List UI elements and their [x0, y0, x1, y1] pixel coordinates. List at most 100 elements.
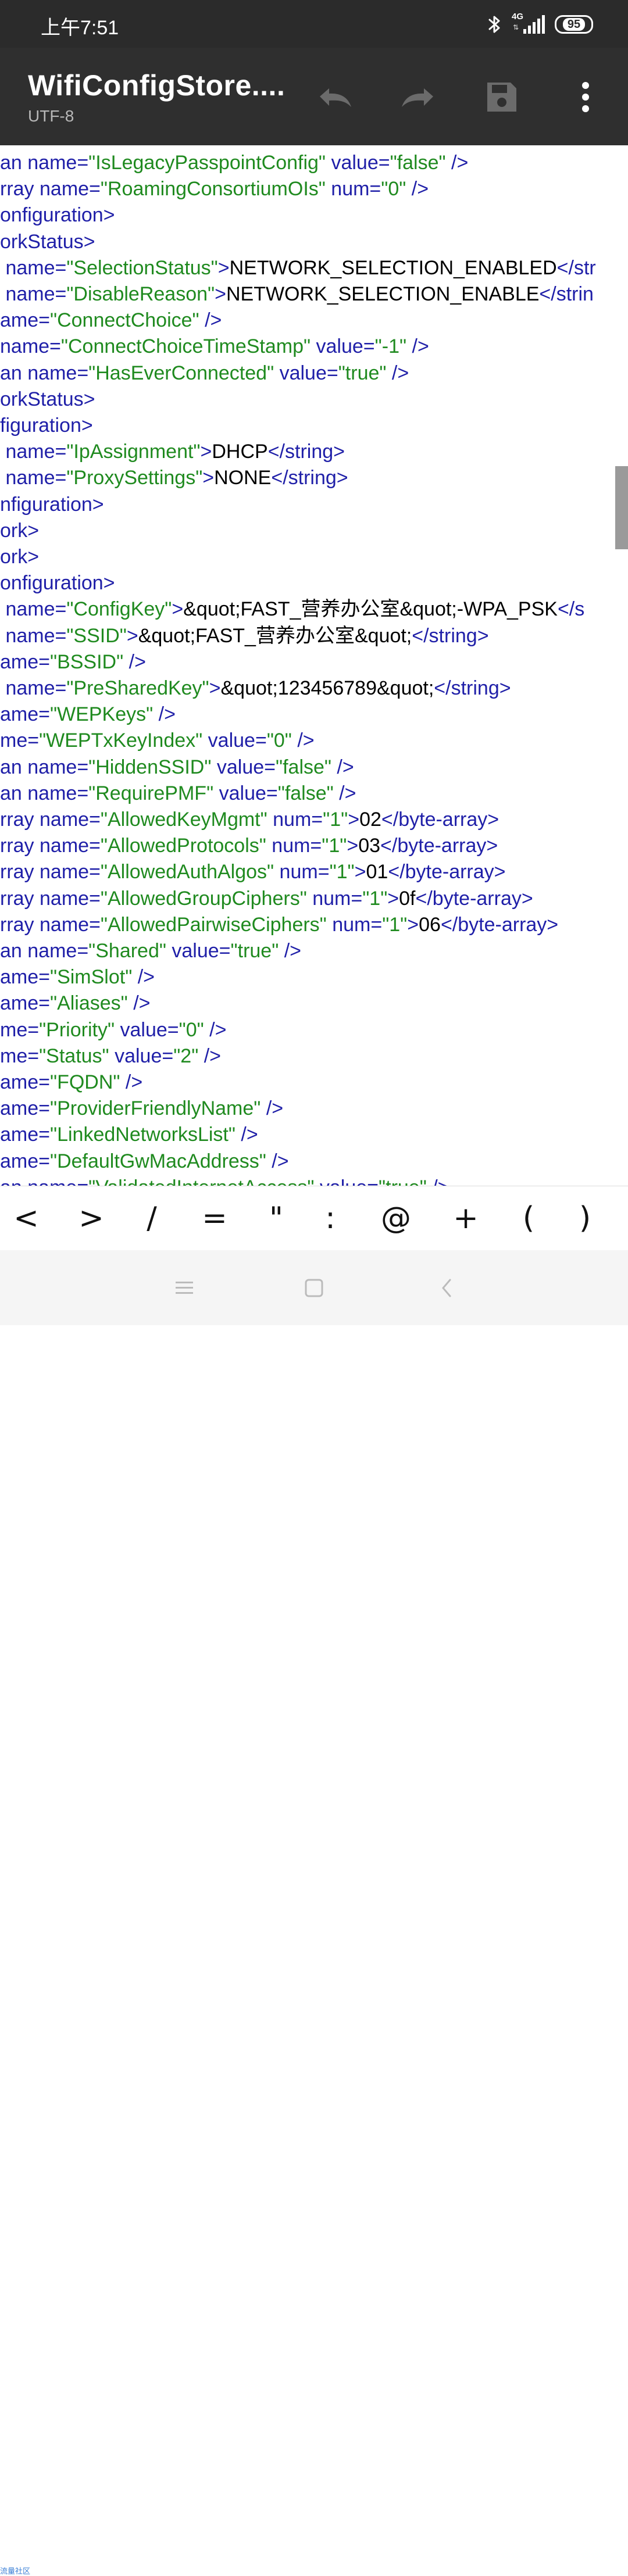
- symbol-key[interactable]: ": [250, 1186, 302, 1250]
- markup-token: </byte-array>: [380, 835, 498, 857]
- markup-token: onfiguration>: [0, 572, 115, 595]
- symbol-key[interactable]: +: [440, 1186, 492, 1250]
- markup-token: />: [386, 362, 409, 384]
- markup-token: >: [126, 624, 138, 647]
- code-line: ame="ConnectChoice" />: [0, 307, 222, 334]
- markup-token: >: [202, 467, 215, 489]
- code-line: orkStatus>: [0, 387, 95, 413]
- battery-icon: 95: [555, 15, 593, 34]
- code-line: name="PreSharedKey">&quot;123456789&quot…: [0, 675, 511, 702]
- attribute-value: "AllowedPairwiseCiphers": [100, 913, 327, 936]
- markup-token: num=: [274, 861, 330, 883]
- attribute-value: "ProxySettings": [66, 467, 203, 489]
- symbol-key[interactable]: (: [502, 1186, 555, 1250]
- symbol-key[interactable]: ): [559, 1186, 611, 1250]
- markup-token: >: [209, 677, 221, 699]
- code-line: me="Status" value="2" />: [0, 1043, 221, 1069]
- symbol-key[interactable]: @: [370, 1186, 422, 1250]
- attribute-value: "1": [322, 835, 347, 857]
- attribute-value: "SimSlot": [50, 966, 133, 989]
- markup-token: </str: [556, 256, 596, 279]
- attribute-value: "1": [329, 861, 355, 883]
- markup-token: />: [235, 1124, 258, 1146]
- markup-token: rray name=: [0, 913, 101, 936]
- markup-token: </byte-array>: [381, 808, 499, 831]
- status-icons: 4G ⇅ 95: [487, 12, 593, 36]
- element-text: 01: [366, 861, 388, 883]
- markup-token: </strin: [539, 283, 594, 305]
- symbol-key[interactable]: <: [0, 1186, 52, 1250]
- home-icon: [305, 1279, 323, 1297]
- code-line: rray name="AllowedKeyMgmt" num="1">02</b…: [0, 807, 499, 833]
- attribute-value: "Priority": [39, 1018, 115, 1041]
- symbol-bar: < > / = ": @ +(): [0, 1186, 628, 1251]
- symbol-key[interactable]: =: [188, 1186, 241, 1250]
- code-line: figuration>: [0, 413, 93, 439]
- markup-token: value=: [166, 940, 231, 962]
- symbol-key[interactable]: /: [126, 1186, 178, 1250]
- undo-button[interactable]: [308, 71, 361, 123]
- markup-token: ame=: [0, 1071, 50, 1093]
- markup-token: >: [217, 256, 230, 279]
- markup-token: ame=: [0, 1097, 50, 1120]
- more-options-button[interactable]: [559, 71, 612, 123]
- markup-token: me=: [0, 1018, 40, 1041]
- code-line: rray name="AllowedPairwiseCiphers" num="…: [0, 912, 558, 938]
- attribute-value: "WEPKeys": [50, 703, 154, 726]
- redo-button[interactable]: [392, 71, 445, 123]
- save-button[interactable]: [476, 71, 528, 123]
- markup-token: name=: [0, 441, 67, 463]
- markup-token: </byte-array>: [440, 913, 559, 936]
- home-button[interactable]: [291, 1268, 337, 1308]
- markup-token: rray name=: [0, 178, 101, 201]
- attribute-value: "Status": [39, 1044, 109, 1067]
- attribute-value: "false": [390, 152, 446, 174]
- watermark: 流量社区: [0, 2567, 31, 2575]
- element-text: &quot;123456789&quot;: [220, 677, 434, 699]
- code-line: name="ConnectChoiceTimeStamp" value="-1"…: [0, 334, 429, 360]
- markup-token: />: [153, 703, 176, 726]
- markup-token: >: [387, 887, 399, 910]
- status-time: 上午7:51: [41, 17, 119, 39]
- code-line: an name="HasEverConnected" value="true" …: [0, 360, 409, 387]
- file-encoding: UTF-8: [28, 107, 74, 125]
- markup-token: ame=: [0, 309, 50, 332]
- markup-token: ame=: [0, 1124, 50, 1146]
- markup-token: num=: [306, 887, 363, 910]
- markup-token: an name=: [0, 756, 89, 778]
- markup-token: value=: [115, 1018, 179, 1041]
- attribute-value: "DefaultGwMacAddress": [50, 1150, 266, 1172]
- code-line: name="SelectionStatus">NETWORK_SELECTION…: [0, 255, 596, 281]
- attribute-value: "ConfigKey": [66, 598, 172, 621]
- markup-token: figuration>: [0, 414, 93, 437]
- back-icon: [442, 1279, 451, 1297]
- code-line: ame="FQDN" />: [0, 1069, 142, 1096]
- save-icon: [487, 83, 516, 112]
- markup-token: rray name=: [0, 808, 101, 831]
- code-line: ork>: [0, 518, 39, 544]
- symbol-key[interactable]: >: [65, 1186, 117, 1250]
- markup-token: num=: [266, 835, 322, 857]
- element-text: &quot;FAST_营养办公室&quot;: [138, 624, 412, 647]
- attribute-value: "2": [173, 1044, 199, 1067]
- attribute-value: "true": [230, 940, 279, 962]
- markup-token: ork>: [0, 546, 40, 568]
- attribute-value: "AllowedAuthAlgos": [100, 861, 274, 883]
- attribute-value: "0": [179, 1018, 204, 1041]
- back-button[interactable]: [423, 1268, 470, 1308]
- symbol-key[interactable]: :: [304, 1186, 356, 1250]
- recent-apps-button[interactable]: [161, 1268, 208, 1308]
- scrollbar-thumb[interactable]: [615, 466, 628, 549]
- attribute-value: "RequirePMF": [88, 782, 214, 804]
- markup-token: </byte-array>: [388, 861, 506, 883]
- markup-token: value=: [314, 1176, 379, 1186]
- code-line: an name="HiddenSSID" value="false" />: [0, 754, 354, 781]
- code-line: rray name="AllowedProtocols" num="1">03<…: [0, 833, 498, 859]
- markup-token: name=: [0, 335, 61, 358]
- markup-token: />: [261, 1097, 284, 1120]
- code-line: name="IpAssignment">DHCP</string>: [0, 439, 345, 465]
- code-line: ame="ProviderFriendlyName" />: [0, 1096, 283, 1122]
- attribute-value: "IsLegacyPasspointConfig": [88, 152, 326, 174]
- text-editor[interactable]: an name= "IsLegacyPasspointConfig" value=…: [0, 145, 628, 1186]
- attribute-value: "1": [362, 887, 388, 910]
